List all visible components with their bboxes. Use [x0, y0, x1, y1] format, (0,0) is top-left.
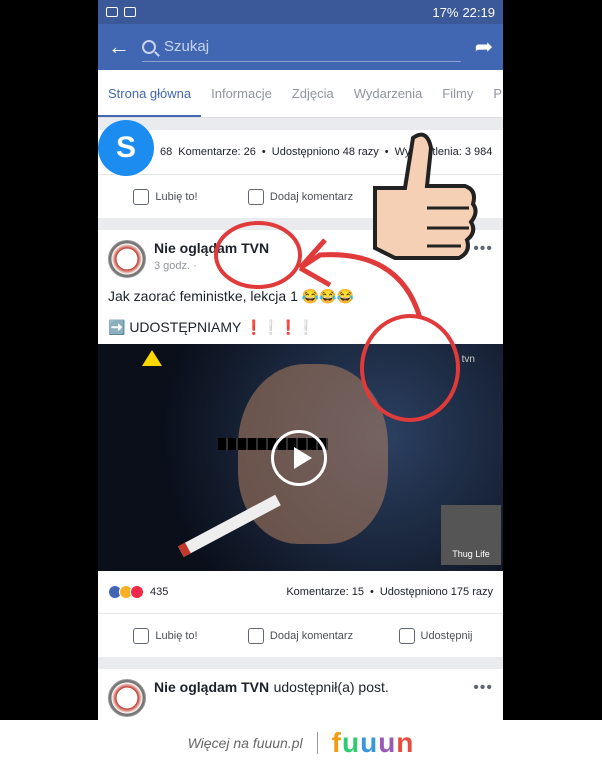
tvn-logo: tvn — [461, 354, 475, 365]
comment-icon — [247, 188, 264, 205]
reaction-icons[interactable] — [108, 585, 144, 599]
love-reaction-icon — [130, 585, 144, 599]
footer-divider — [316, 731, 318, 754]
post-header: Nie oglądam TVN udostępnił(a) post. ••• — [98, 669, 503, 717]
post-time[interactable]: 3 godz. · — [154, 260, 269, 272]
share-count[interactable]: Udostępniono 175 razy — [380, 586, 493, 598]
battery-level: 17% — [432, 4, 459, 20]
video-player[interactable]: tvn Thug Life — [98, 344, 503, 571]
message-icon — [124, 7, 136, 17]
tab-info[interactable]: Informacje — [201, 70, 282, 117]
shazam-icon: S — [98, 120, 154, 176]
like-button[interactable]: Lubię to! — [98, 188, 233, 205]
post-actions: Lubię to! Dodaj komentarz Udostępnij — [98, 613, 503, 657]
post-card-3: Nie oglądam TVN udostępnił(a) post. ••• — [98, 669, 503, 720]
tab-more[interactable]: P — [483, 70, 503, 117]
footer: Więcej na fuuun.pl fuuun — [0, 720, 602, 765]
comment-label: Dodaj komentarz — [269, 629, 354, 642]
clock: 22:19 — [462, 4, 495, 20]
tab-videos[interactable]: Filmy — [432, 70, 483, 117]
phone-screen: 17% 22:19 ← Szukaj ➦ Strona główna Infor… — [98, 0, 503, 720]
search-placeholder: Szukaj — [164, 38, 210, 55]
footer-text[interactable]: Więcej na fuuun.pl — [188, 735, 303, 751]
comment-count[interactable]: Komentarze: 15 — [286, 586, 364, 598]
comment-count[interactable]: Komentarze: 26 — [178, 146, 256, 158]
share-icon[interactable]: ➦ — [475, 34, 493, 60]
comment-button[interactable]: Dodaj komentarz — [233, 188, 368, 205]
status-bar: 17% 22:19 — [98, 0, 503, 24]
page-name[interactable]: Nie oglądam TVN — [154, 240, 269, 256]
thumbs-up-sticker-icon — [373, 132, 478, 260]
like-label: Lubię to! — [155, 190, 198, 203]
avatar[interactable] — [108, 240, 146, 278]
page-name[interactable]: Nie oglądam TVN — [154, 679, 269, 695]
comment-icon — [247, 627, 264, 644]
search-icon — [142, 39, 156, 54]
thug-life-watermark: Thug Life — [441, 505, 501, 565]
reaction-count[interactable]: 68 — [160, 146, 172, 158]
thumbs-up-icon — [133, 627, 150, 644]
top-bar: ← Szukaj ➦ — [98, 24, 503, 70]
gallery-icon — [106, 7, 118, 17]
like-button[interactable]: Lubię to! — [98, 627, 233, 644]
thumbs-up-icon — [133, 188, 150, 205]
comment-button[interactable]: Dodaj komentarz — [233, 627, 368, 644]
post-share-line: ➡️ UDOSTĘPNIAMY ❗❕❗❕ — [108, 319, 315, 335]
share-count[interactable]: Udostępniono 48 razy — [272, 146, 379, 158]
age-rating-icon — [142, 350, 162, 366]
comment-label: Dodaj komentarz — [269, 190, 354, 203]
tab-home[interactable]: Strona główna — [98, 70, 202, 117]
post-stats: 435 Komentarze: 15 • Udostępniono 175 ra… — [98, 571, 503, 613]
share-button[interactable]: Udostępnij — [368, 627, 503, 644]
reaction-count[interactable]: 435 — [150, 586, 168, 598]
avatar[interactable] — [108, 679, 146, 717]
back-arrow-icon[interactable]: ← — [108, 34, 130, 60]
play-icon[interactable] — [271, 430, 327, 486]
search-input[interactable]: Szukaj — [142, 32, 461, 62]
shared-suffix: udostępnił(a) post. — [273, 679, 389, 695]
post-card-2: Nie oglądam TVN 3 godz. · ••• Jak zaorać… — [98, 230, 503, 657]
tab-events[interactable]: Wydarzenia — [344, 70, 433, 117]
share-label: Udostępnij — [420, 629, 473, 642]
tab-photos[interactable]: Zdjęcia — [282, 70, 344, 117]
like-label: Lubię to! — [155, 629, 198, 642]
fuuun-logo[interactable]: fuuun — [332, 727, 415, 759]
post-text: Jak zaorać feministke, lekcja 1 😂😂😂 — [108, 288, 355, 304]
share-arrow-icon — [398, 627, 415, 644]
more-options-icon[interactable]: ••• — [473, 679, 493, 697]
page-tabs: Strona główna Informacje Zdjęcia Wydarze… — [98, 70, 503, 118]
